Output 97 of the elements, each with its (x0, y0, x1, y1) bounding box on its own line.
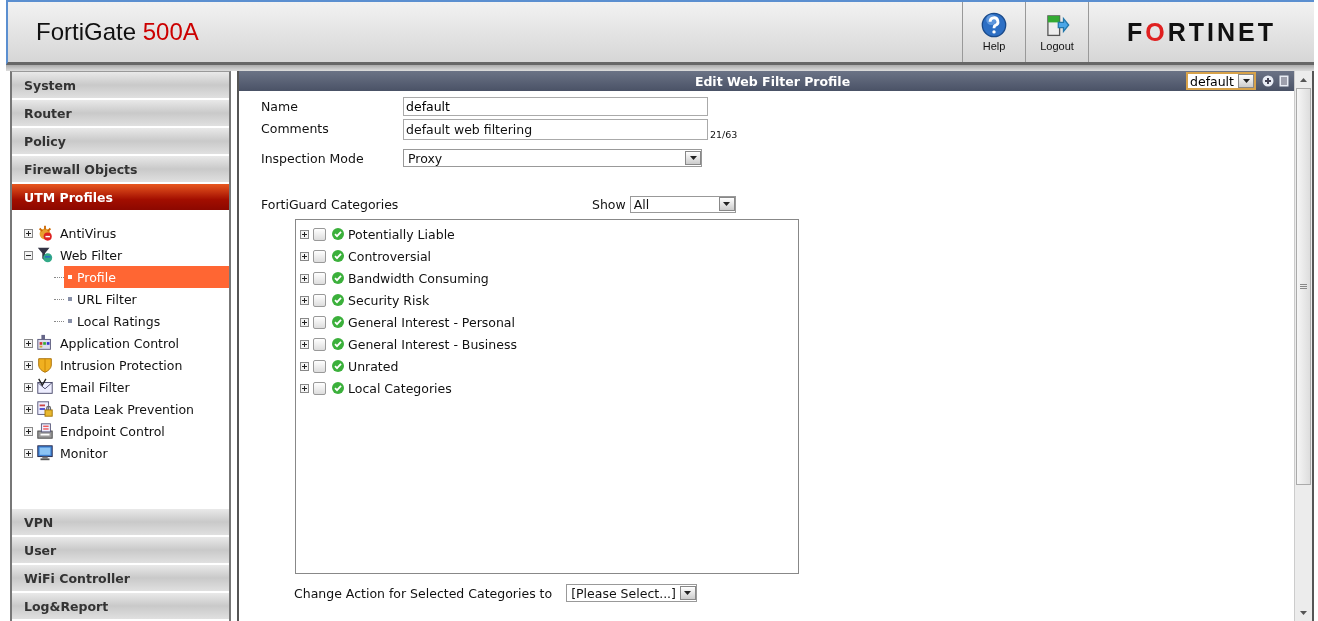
nav-section[interactable]: VPN (12, 509, 229, 537)
nav-section[interactable]: System (12, 72, 229, 100)
check-circle-icon (332, 250, 344, 262)
tree-item[interactable]: Web Filter (57, 246, 126, 264)
field-label: Name (261, 98, 299, 114)
tree-subitem[interactable]: Local Ratings (64, 310, 229, 332)
expand-icon[interactable] (24, 338, 33, 348)
checkbox[interactable] (313, 315, 326, 329)
category-label[interactable]: General Interest - Business (348, 336, 517, 352)
expand-icon[interactable] (300, 383, 309, 393)
monitor-icon (36, 444, 54, 462)
logout-button[interactable]: Logout (1025, 2, 1088, 62)
expand-icon[interactable] (24, 426, 33, 436)
field-label: Change Action for Selected Categories to (294, 585, 553, 601)
checkbox[interactable] (313, 381, 326, 395)
door-arrow-icon (1044, 12, 1070, 38)
scroll-down-icon[interactable] (1300, 610, 1307, 615)
app-window-icon (36, 334, 54, 352)
nav-section[interactable]: Router (12, 100, 229, 128)
check-circle-icon (332, 360, 344, 372)
bug-icon (36, 224, 54, 242)
add-icon[interactable] (1262, 75, 1274, 87)
tree-item[interactable]: Email Filter (57, 378, 133, 396)
inspection-mode-select[interactable]: Proxy (403, 149, 702, 167)
category-label[interactable]: General Interest - Personal (348, 314, 515, 330)
tree-item[interactable]: Endpoint Control (57, 422, 168, 440)
shield-icon (36, 356, 54, 374)
checkbox[interactable] (313, 227, 326, 241)
expand-icon[interactable] (300, 361, 309, 371)
check-circle-icon (332, 338, 344, 350)
expand-icon[interactable] (300, 295, 309, 305)
checkbox[interactable] (313, 249, 326, 263)
tree-item[interactable]: AntiVirus (57, 224, 120, 242)
product-title: FortiGate 500A (36, 18, 200, 46)
tree-subitem[interactable]: URL Filter (64, 288, 229, 310)
nav-section[interactable]: Policy (12, 128, 229, 156)
envelope-icon (36, 378, 54, 396)
nav-section[interactable]: WiFi Controller (12, 565, 229, 593)
brand-logo: FORTINET (1127, 17, 1276, 47)
field-label: Inspection Mode (261, 150, 365, 166)
category-label[interactable]: Controversial (348, 248, 432, 264)
field-label: Comments (261, 120, 330, 136)
expand-icon[interactable] (24, 448, 33, 458)
grip-icon (1300, 284, 1307, 289)
checkbox[interactable] (313, 359, 326, 373)
tree-item[interactable]: Application Control (57, 334, 182, 352)
dropdown-arrow-icon (723, 202, 731, 206)
scrollbar[interactable] (1294, 71, 1312, 621)
help-button[interactable]: Help (962, 2, 1025, 62)
nav-section[interactable]: User (12, 537, 229, 565)
checkbox[interactable] (313, 293, 326, 307)
expand-icon[interactable] (24, 382, 33, 392)
scroll-up-icon[interactable] (1300, 77, 1307, 82)
comments-field[interactable]: default web filtering (403, 119, 708, 140)
dropdown-arrow-icon (1242, 79, 1250, 83)
check-circle-icon (332, 382, 344, 394)
printer-icon (36, 422, 54, 440)
field-label: Show (592, 196, 626, 212)
help-icon (981, 12, 1007, 38)
expand-icon[interactable] (24, 404, 33, 414)
list-icon[interactable] (1278, 75, 1290, 87)
tree-item[interactable]: Data Leak Prevention (57, 400, 197, 418)
category-label[interactable]: Potentially Liable (348, 226, 455, 242)
category-label[interactable]: Bandwidth Consuming (348, 270, 489, 286)
expand-icon[interactable] (300, 251, 309, 261)
check-circle-icon (332, 272, 344, 284)
action-select[interactable]: [Please Select...] (566, 584, 697, 602)
name-field[interactable]: default (403, 97, 708, 116)
category-label[interactable]: Unrated (348, 358, 399, 374)
check-circle-icon (332, 316, 344, 328)
nav-section[interactable]: Log&Report (12, 593, 229, 621)
category-label[interactable]: Security Risk (348, 292, 430, 308)
expand-icon[interactable] (300, 229, 309, 239)
section-label: FortiGuard Categories (261, 196, 400, 212)
dropdown-arrow-icon (689, 156, 697, 160)
tree-item[interactable]: Monitor (57, 444, 111, 462)
collapse-icon[interactable] (24, 250, 33, 260)
document-lock-icon (36, 400, 54, 418)
checkbox[interactable] (313, 337, 326, 351)
nav-section[interactable]: UTM Profiles (12, 184, 229, 212)
funnel-globe-icon (36, 246, 54, 264)
tree-item[interactable]: Intrusion Protection (57, 356, 186, 374)
category-label[interactable]: Local Categories (348, 380, 452, 396)
expand-icon[interactable] (300, 273, 309, 283)
check-circle-icon (332, 228, 344, 240)
checkbox[interactable] (313, 271, 326, 285)
expand-icon[interactable] (300, 317, 309, 327)
check-circle-icon (332, 294, 344, 306)
expand-icon[interactable] (300, 339, 309, 349)
dropdown-arrow-icon (684, 591, 692, 595)
character-counter: 21/63 (710, 129, 738, 140)
expand-icon[interactable] (24, 360, 33, 370)
expand-icon[interactable] (24, 228, 33, 238)
panel-title: Edit Web Filter Profile (693, 73, 852, 89)
nav-section[interactable]: Firewall Objects (12, 156, 229, 184)
show-select[interactable]: All (629, 195, 736, 213)
profile-select[interactable]: default (1186, 72, 1256, 90)
